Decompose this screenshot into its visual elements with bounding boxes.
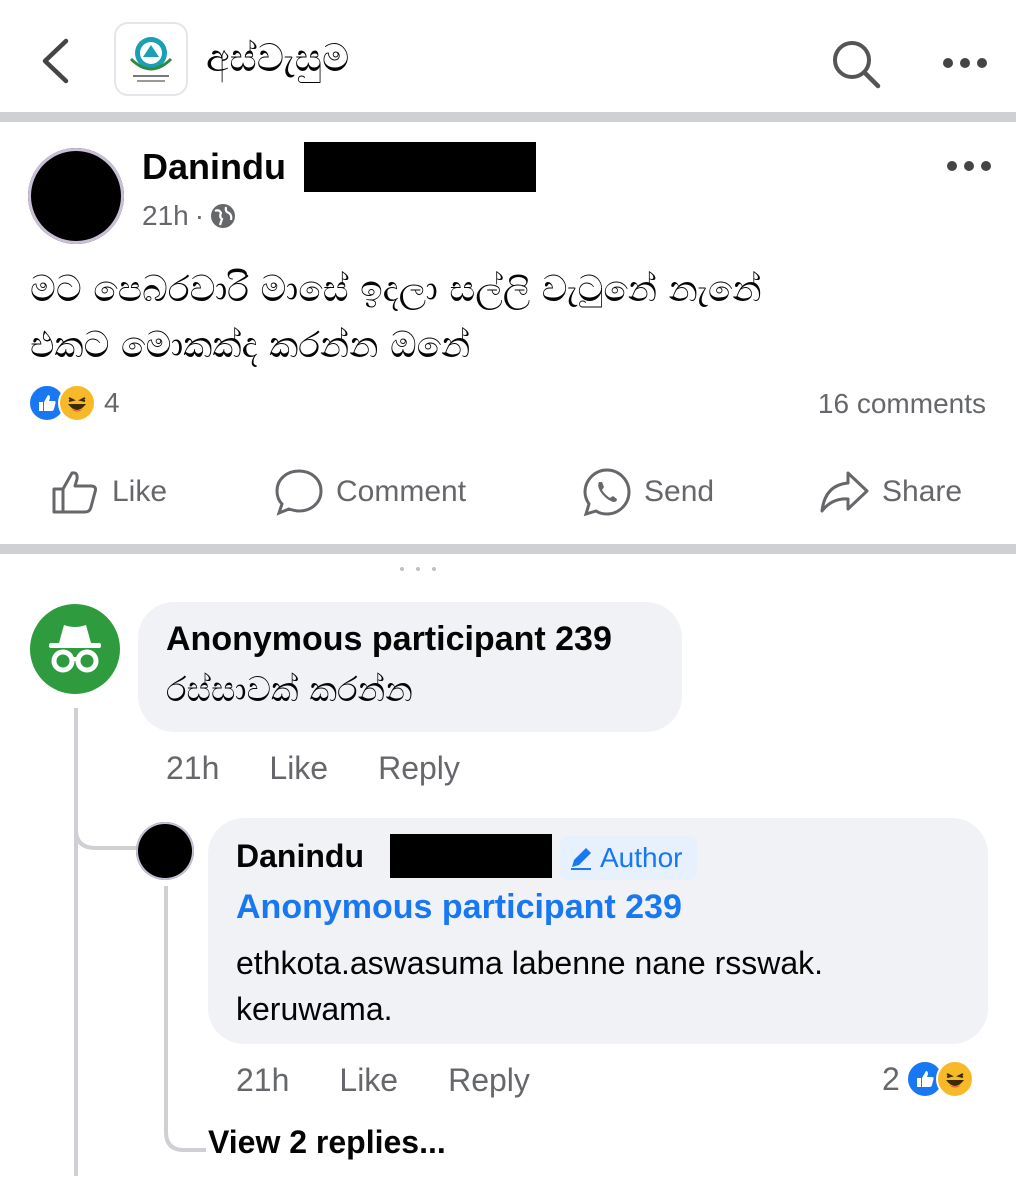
redacted-surname (390, 834, 552, 878)
group-title[interactable]: අස්වැසුම (206, 36, 349, 81)
meta-separator: · (194, 200, 205, 231)
reaction-count: 4 (104, 387, 120, 418)
reply-text-line: keruwama. (236, 991, 393, 1027)
redacted-surname (304, 142, 536, 192)
view-replies-link[interactable]: View 2 replies... (208, 1124, 446, 1161)
comment-icon (275, 469, 323, 516)
post-time[interactable]: 21h (142, 200, 189, 232)
more-options-button[interactable] (940, 48, 990, 78)
haha-reaction-icon (58, 384, 96, 422)
reply-thread-connector (164, 1118, 206, 1152)
share-label: Share (882, 475, 963, 508)
incognito-icon (49, 625, 101, 673)
reply-text-line: ethkota.aswasuma labenne nane rsswak. (236, 945, 824, 981)
haha-reaction-icon (935, 1060, 974, 1098)
comments-count[interactable]: 16 comments (818, 388, 986, 420)
divider (0, 112, 1016, 122)
loading-dots (400, 567, 436, 571)
comment-label: Comment (336, 475, 467, 508)
post-text: මට පෙබරවාරි මාසේ ඉදලා සල්ලි වැටුනේ නැනේ … (30, 262, 990, 374)
top-bar: අස්වැසුම (0, 0, 1016, 112)
post-meta: 21h · (142, 200, 236, 232)
post-more-button[interactable] (944, 154, 994, 178)
comment-like-button[interactable]: Like (269, 750, 328, 787)
reply-author-avatar[interactable] (136, 822, 194, 880)
more-icon (947, 161, 991, 171)
comment-time[interactable]: 21h (166, 750, 219, 787)
like-label: Like (112, 475, 168, 508)
group-logo[interactable] (114, 22, 188, 96)
anonymous-avatar[interactable] (30, 604, 120, 694)
search-button[interactable] (830, 38, 882, 90)
send-button[interactable]: Send (582, 462, 714, 522)
thumbs-up-icon (52, 471, 97, 514)
comment-author-name[interactable]: Anonymous participant 239 (166, 620, 612, 659)
comment-meta: 21h Like Reply (166, 750, 460, 787)
author-badge: Author (560, 836, 697, 880)
share-button[interactable]: Share (818, 462, 962, 522)
reply-time[interactable]: 21h (236, 1062, 289, 1099)
post-author-name[interactable]: Danindu (142, 146, 286, 188)
send-label: Send (644, 475, 715, 508)
mention-link[interactable]: Anonymous participant 239 (236, 888, 682, 927)
reply-reactions[interactable]: 2 (882, 1060, 974, 1098)
author-badge-label: Author (600, 842, 683, 873)
post-text-line: මට පෙබරවාරි මාසේ ඉදලා සල්ලි වැටුනේ නැනේ (30, 269, 762, 310)
divider (0, 544, 1016, 554)
chevron-left-icon (42, 38, 69, 84)
whatsapp-icon (583, 468, 631, 517)
post-action-bar: Like Comment Send Share (0, 462, 1016, 522)
reply-like-button[interactable]: Like (339, 1062, 398, 1099)
group-logo-icon (129, 37, 173, 82)
post-text-line: එකට මොකක්ද කරන්න ඔනේ (30, 325, 471, 366)
comment-reply-button[interactable]: Reply (378, 750, 460, 787)
like-button[interactable]: Like (50, 462, 167, 522)
reply-thread-line (164, 886, 168, 1126)
thread-connector (74, 820, 136, 850)
share-icon (820, 471, 869, 513)
reply-meta: 21h Like Reply (236, 1062, 530, 1099)
pencil-icon (571, 848, 591, 870)
search-icon (833, 41, 881, 89)
reply-reaction-count: 2 (882, 1060, 900, 1097)
globe-icon (211, 204, 236, 228)
comment-text: රස්සාවක් කරන්න (166, 670, 413, 710)
post-author-avatar[interactable] (28, 148, 124, 244)
reply-text: ethkota.aswasuma labenne nane rsswak. ke… (236, 940, 966, 1032)
reply-author-name[interactable]: Danindu (236, 838, 364, 875)
more-icon (943, 58, 987, 68)
back-button[interactable] (30, 36, 80, 86)
comment-button[interactable]: Comment (274, 462, 466, 522)
post-reactions[interactable]: 4 (28, 384, 120, 422)
thread-line (74, 708, 78, 1176)
reply-reply-button[interactable]: Reply (448, 1062, 530, 1099)
